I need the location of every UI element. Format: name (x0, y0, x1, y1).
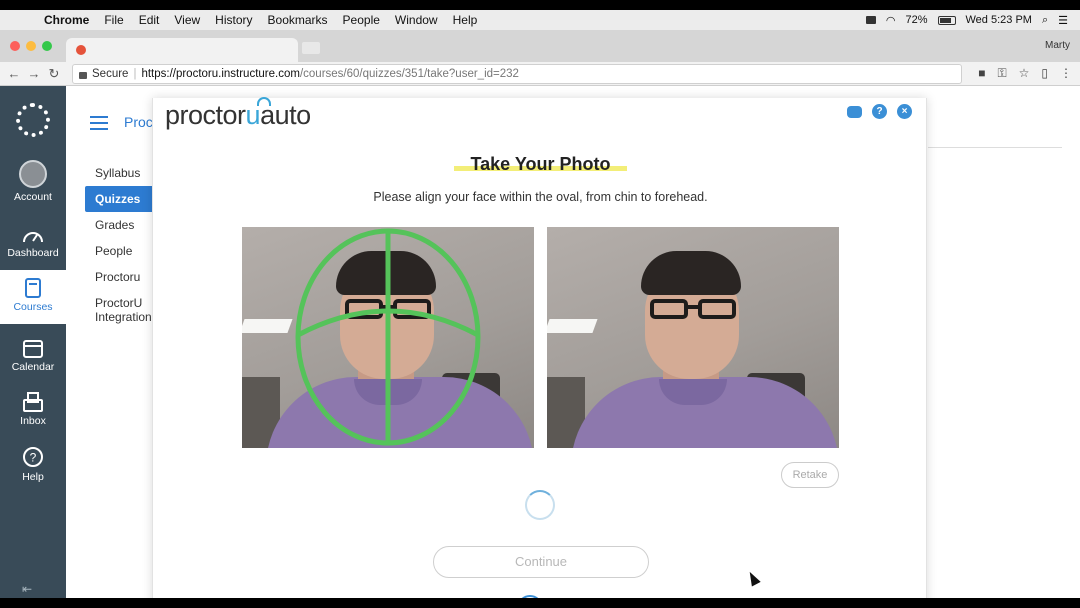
lock-icon (79, 71, 87, 79)
global-nav: Account Dashboard Courses Calendar Inbox… (0, 86, 66, 598)
page-title: Take Your Photo (153, 154, 928, 175)
course-nav-quizzes[interactable]: Quizzes (85, 186, 153, 212)
camera-icon[interactable] (865, 16, 876, 24)
content-divider (928, 147, 1062, 148)
global-nav-calendar[interactable]: Calendar (0, 338, 66, 373)
global-nav-inbox[interactable]: Inbox (0, 392, 66, 427)
menubar-status: ◠ 72% Wed 5:23 PM ⌕ ☰ (865, 14, 1080, 27)
help-icon: ? (23, 447, 43, 467)
instructions: Please align your face within the oval, … (373, 190, 708, 204)
tab-favicon-icon (76, 45, 86, 55)
key-icon[interactable]: ⚿ (997, 66, 1006, 81)
brand-text: proctor (165, 100, 246, 130)
collapse-nav-icon[interactable]: ⇤ (22, 582, 32, 596)
course-nav-people[interactable]: People (85, 238, 153, 264)
course-nav-proctoru[interactable]: Proctoru (85, 264, 153, 290)
extension-icon[interactable]: ▯ (1041, 66, 1048, 81)
tab-strip: Marty (0, 30, 1080, 62)
owl-icon (257, 97, 271, 106)
url-host: https://proctoru.instructure.com (141, 68, 300, 80)
clock[interactable]: Wed 5:23 PM (966, 14, 1032, 26)
loading-spinner-icon (525, 490, 555, 520)
menu-chrome[interactable]: Chrome (44, 13, 89, 27)
minimize-window-button[interactable] (26, 41, 36, 51)
breadcrumb[interactable]: Proc (124, 114, 153, 130)
browser-toolbar: ← → ↻ Secure | https://proctoru.instruct… (0, 62, 1080, 86)
captured-photo (547, 227, 839, 448)
camera-feed (242, 227, 534, 448)
address-bar[interactable]: Secure | https://proctoru.instructure.co… (72, 64, 962, 84)
reload-icon[interactable]: ↻ (44, 66, 64, 82)
spotlight-icon[interactable]: ⌕ (1042, 14, 1048, 27)
battery-icon[interactable] (937, 15, 956, 25)
global-nav-label: Courses (13, 301, 53, 313)
inbox-icon (23, 392, 43, 412)
step-current-photo-icon (517, 595, 543, 598)
menu-help[interactable]: Help (453, 13, 478, 27)
course-nav-syllabus[interactable]: Syllabus (85, 160, 153, 186)
help-circle-icon[interactable]: ? (872, 104, 887, 119)
book-icon (25, 278, 41, 298)
menu-kebab-icon[interactable]: ⋮ (1060, 66, 1072, 81)
back-icon[interactable]: ← (4, 66, 24, 81)
menu-people[interactable]: People (343, 13, 380, 27)
url-path: /courses/60/quizzes/351/take?user_id=232 (299, 68, 519, 80)
profile-name[interactable]: Marty (1045, 40, 1070, 51)
forward-icon[interactable]: → (24, 66, 44, 81)
global-nav-courses[interactable]: Courses (0, 270, 66, 324)
page-title-text: Take Your Photo (454, 154, 627, 174)
bookmark-star-icon[interactable]: ☆ (1019, 66, 1030, 81)
close-icon[interactable]: × (897, 104, 912, 119)
hamburger-menu-icon[interactable] (90, 116, 108, 134)
global-nav-label: Dashboard (7, 247, 59, 259)
new-tab-button[interactable] (302, 42, 320, 54)
step-progress (473, 595, 633, 598)
zoom-window-button[interactable] (42, 41, 52, 51)
global-nav-label: Inbox (20, 415, 46, 427)
proctoru-modal: proctoruauto ? × Take Your Photo Please … (152, 97, 928, 598)
mac-menubar: Chrome File Edit View History Bookmarks … (0, 10, 1080, 30)
battery-percent: 72% (905, 14, 928, 26)
course-nav-proctoru-integration[interactable]: ProctorU Integration (85, 290, 153, 330)
url-separator: | (133, 68, 137, 80)
global-nav-label: Help (22, 471, 44, 483)
toolbar-actions: ■ ⚿ ☆ ▯ ⋮ (978, 66, 1072, 81)
chat-icon[interactable] (847, 106, 862, 118)
calendar-icon (23, 340, 43, 358)
menu-edit[interactable]: Edit (139, 13, 160, 27)
svg-text:?: ? (30, 451, 37, 465)
avatar (19, 160, 47, 188)
screen: Chrome File Edit View History Bookmarks … (0, 10, 1080, 598)
dashboard-icon (23, 232, 43, 243)
proctoru-logo: proctoruauto (165, 97, 311, 131)
modal-actions: ? × (847, 104, 912, 119)
close-window-button[interactable] (10, 41, 20, 51)
menu-window[interactable]: Window (395, 13, 438, 27)
menu-bookmarks[interactable]: Bookmarks (268, 13, 328, 27)
notification-center-icon[interactable]: ☰ (1058, 14, 1068, 27)
continue-button[interactable]: Continue (433, 546, 649, 578)
global-nav-help[interactable]: ? Help (0, 446, 66, 483)
course-nav: Syllabus Quizzes Grades People Proctoru … (85, 160, 153, 330)
global-nav-label: Calendar (11, 361, 55, 373)
secure-label: Secure (92, 68, 129, 80)
menu-view[interactable]: View (174, 13, 200, 27)
wifi-icon[interactable]: ◠ (886, 14, 896, 27)
menu-file[interactable]: File (104, 13, 123, 27)
course-nav-grades[interactable]: Grades (85, 212, 153, 238)
global-nav-dashboard[interactable]: Dashboard (0, 226, 66, 259)
face-guide-oval (295, 228, 481, 446)
global-nav-label: Account (14, 191, 52, 203)
retake-button[interactable]: Retake (781, 462, 839, 488)
camera-blocked-icon[interactable]: ■ (978, 66, 985, 81)
browser-tab[interactable] (66, 38, 298, 62)
global-nav-account[interactable]: Account (0, 160, 66, 203)
menu-history[interactable]: History (215, 13, 252, 27)
canvas-logo-icon[interactable] (16, 103, 50, 137)
